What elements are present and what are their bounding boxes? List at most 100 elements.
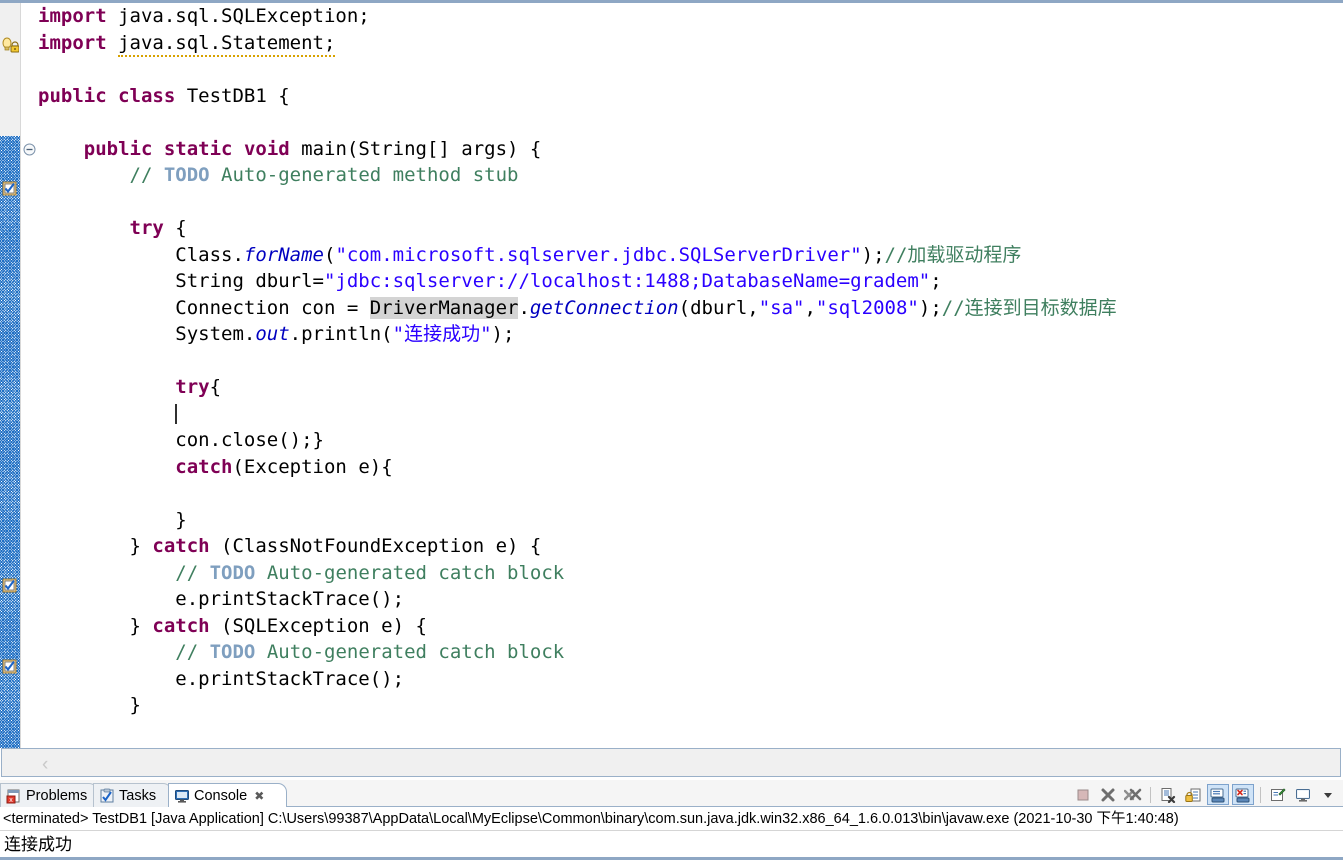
- code-line[interactable]: System.out.println("连接成功");: [36, 321, 1343, 348]
- code-token: {: [163, 217, 187, 239]
- code-line[interactable]: try {: [36, 215, 1343, 242]
- task-checkbox-icon[interactable]: [1, 179, 19, 197]
- code-line[interactable]: // TODO Auto-generated method stub: [36, 162, 1343, 189]
- collapse-fold-icon[interactable]: [23, 143, 36, 156]
- console-toolbar[interactable]: [1072, 783, 1339, 806]
- code-token: );: [861, 243, 885, 266]
- code-line[interactable]: public static void main(String[] args) {: [36, 136, 1343, 163]
- code-line[interactable]: con.close();}: [36, 427, 1343, 454]
- code-token: java.sql.SQLException;: [106, 5, 370, 27]
- editor-folding-ruler[interactable]: [21, 3, 36, 748]
- code-token: (SQLException e) {: [209, 614, 427, 637]
- code-token: }: [38, 614, 153, 637]
- code-token: e.printStackTrace();: [38, 667, 405, 690]
- tab-problems[interactable]: x Problems: [0, 783, 98, 807]
- tab-console[interactable]: Console ✖: [168, 783, 287, 807]
- editor-horizontal-scrollbar[interactable]: ‹: [1, 748, 1341, 777]
- code-token: }: [38, 535, 153, 557]
- code-token: public: [38, 84, 107, 107]
- code-line[interactable]: } catch (SQLException e) {: [36, 613, 1343, 640]
- code-line[interactable]: }: [36, 692, 1343, 719]
- code-token: getConnection: [529, 296, 679, 319]
- code-line[interactable]: // TODO Auto-generated catch block: [36, 560, 1343, 587]
- code-line[interactable]: Connection con = DriverManager.getConnec…: [36, 295, 1343, 322]
- clear-console-button[interactable]: [1157, 784, 1179, 805]
- task-checkbox-icon[interactable]: [1, 657, 19, 675]
- code-line[interactable]: [36, 189, 1343, 216]
- scroll-lock-button[interactable]: [1182, 784, 1204, 805]
- java-editor[interactable]: import java.sql.SQLException; import java…: [0, 0, 1343, 780]
- code-token: Class.: [38, 243, 244, 266]
- code-token: }: [38, 694, 141, 716]
- code-line[interactable]: catch(Exception e){: [36, 454, 1343, 481]
- close-icon[interactable]: ✖: [254, 789, 264, 803]
- code-token: String dburl=: [38, 270, 324, 292]
- code-line[interactable]: import java.sql.Statement;: [36, 30, 1343, 57]
- code-line[interactable]: } catch (ClassNotFoundException e) {: [36, 533, 1343, 560]
- code-line[interactable]: Class.forName("com.microsoft.sqlserver.j…: [36, 242, 1343, 269]
- text-caret: [175, 403, 178, 424]
- warning-quickfix-icon[interactable]: [1, 36, 20, 54]
- remove-all-launches-button[interactable]: [1122, 784, 1144, 805]
- code-token: //: [175, 561, 210, 584]
- code-line[interactable]: // TODO Auto-generated catch block: [36, 639, 1343, 666]
- show-console-on-output-button[interactable]: [1207, 784, 1229, 805]
- terminate-button[interactable]: [1072, 784, 1094, 805]
- code-token: TODO: [209, 561, 256, 584]
- code-line[interactable]: [36, 480, 1343, 507]
- code-token: static: [163, 137, 233, 160]
- code-token: java.sql.Statement;: [118, 31, 336, 57]
- code-token: (: [323, 243, 336, 266]
- code-line[interactable]: public class TestDB1 {: [36, 83, 1343, 110]
- code-token: TestDB1 {: [175, 84, 290, 107]
- chevron-down-icon[interactable]: [1317, 784, 1339, 805]
- task-checkbox-icon[interactable]: [1, 576, 19, 594]
- code-token: con.close();}: [38, 429, 324, 451]
- remove-launch-button[interactable]: [1097, 784, 1119, 805]
- tab-console-label: Console: [194, 787, 248, 804]
- code-token: Connection con =: [38, 296, 370, 319]
- code-token: //: [129, 164, 164, 186]
- code-token: ,: [804, 296, 816, 319]
- code-content[interactable]: import java.sql.SQLException; import java…: [36, 3, 1343, 748]
- code-token: Auto-generated method stub: [209, 164, 519, 186]
- code-line[interactable]: e.printStackTrace();: [36, 666, 1343, 693]
- code-line[interactable]: import java.sql.SQLException;: [36, 3, 1343, 30]
- show-console-on-error-button[interactable]: [1232, 784, 1254, 805]
- code-token: Auto-generated catch block: [255, 561, 565, 584]
- console-process-label: <terminated> TestDB1 [Java Application] …: [0, 807, 1343, 831]
- code-token: {: [209, 376, 222, 398]
- code-line[interactable]: e.printStackTrace();: [36, 586, 1343, 613]
- tab-tasks[interactable]: Tasks: [93, 783, 172, 807]
- code-line[interactable]: [36, 109, 1343, 136]
- code-token: (ClassNotFoundException e) {: [209, 535, 542, 557]
- scroll-left-chevron-icon[interactable]: ‹: [42, 754, 48, 776]
- console-output-text[interactable]: 连接成功: [0, 831, 1343, 860]
- code-token: catch: [152, 614, 210, 637]
- editor-marker-ruler[interactable]: [0, 3, 21, 748]
- code-token: main(String[] args) {: [289, 137, 542, 160]
- code-line[interactable]: try{: [36, 374, 1343, 401]
- code-token: ;: [930, 270, 942, 292]
- code-token: );: [918, 296, 942, 319]
- svg-text:x: x: [9, 797, 13, 804]
- code-token: );: [491, 323, 515, 345]
- code-token: catch: [175, 455, 233, 478]
- display-selected-console-button[interactable]: [1292, 784, 1314, 805]
- code-line[interactable]: [36, 56, 1343, 83]
- code-line[interactable]: [36, 401, 1343, 428]
- code-token: TODO: [209, 641, 256, 663]
- code-token: Auto-generated catch block: [255, 641, 565, 663]
- code-line[interactable]: String dburl="jdbc:sqlserver://localhost…: [36, 268, 1343, 295]
- pin-console-button[interactable]: [1267, 784, 1289, 805]
- separator: [1260, 786, 1261, 803]
- code-line[interactable]: }: [36, 507, 1343, 534]
- code-line[interactable]: [36, 348, 1343, 375]
